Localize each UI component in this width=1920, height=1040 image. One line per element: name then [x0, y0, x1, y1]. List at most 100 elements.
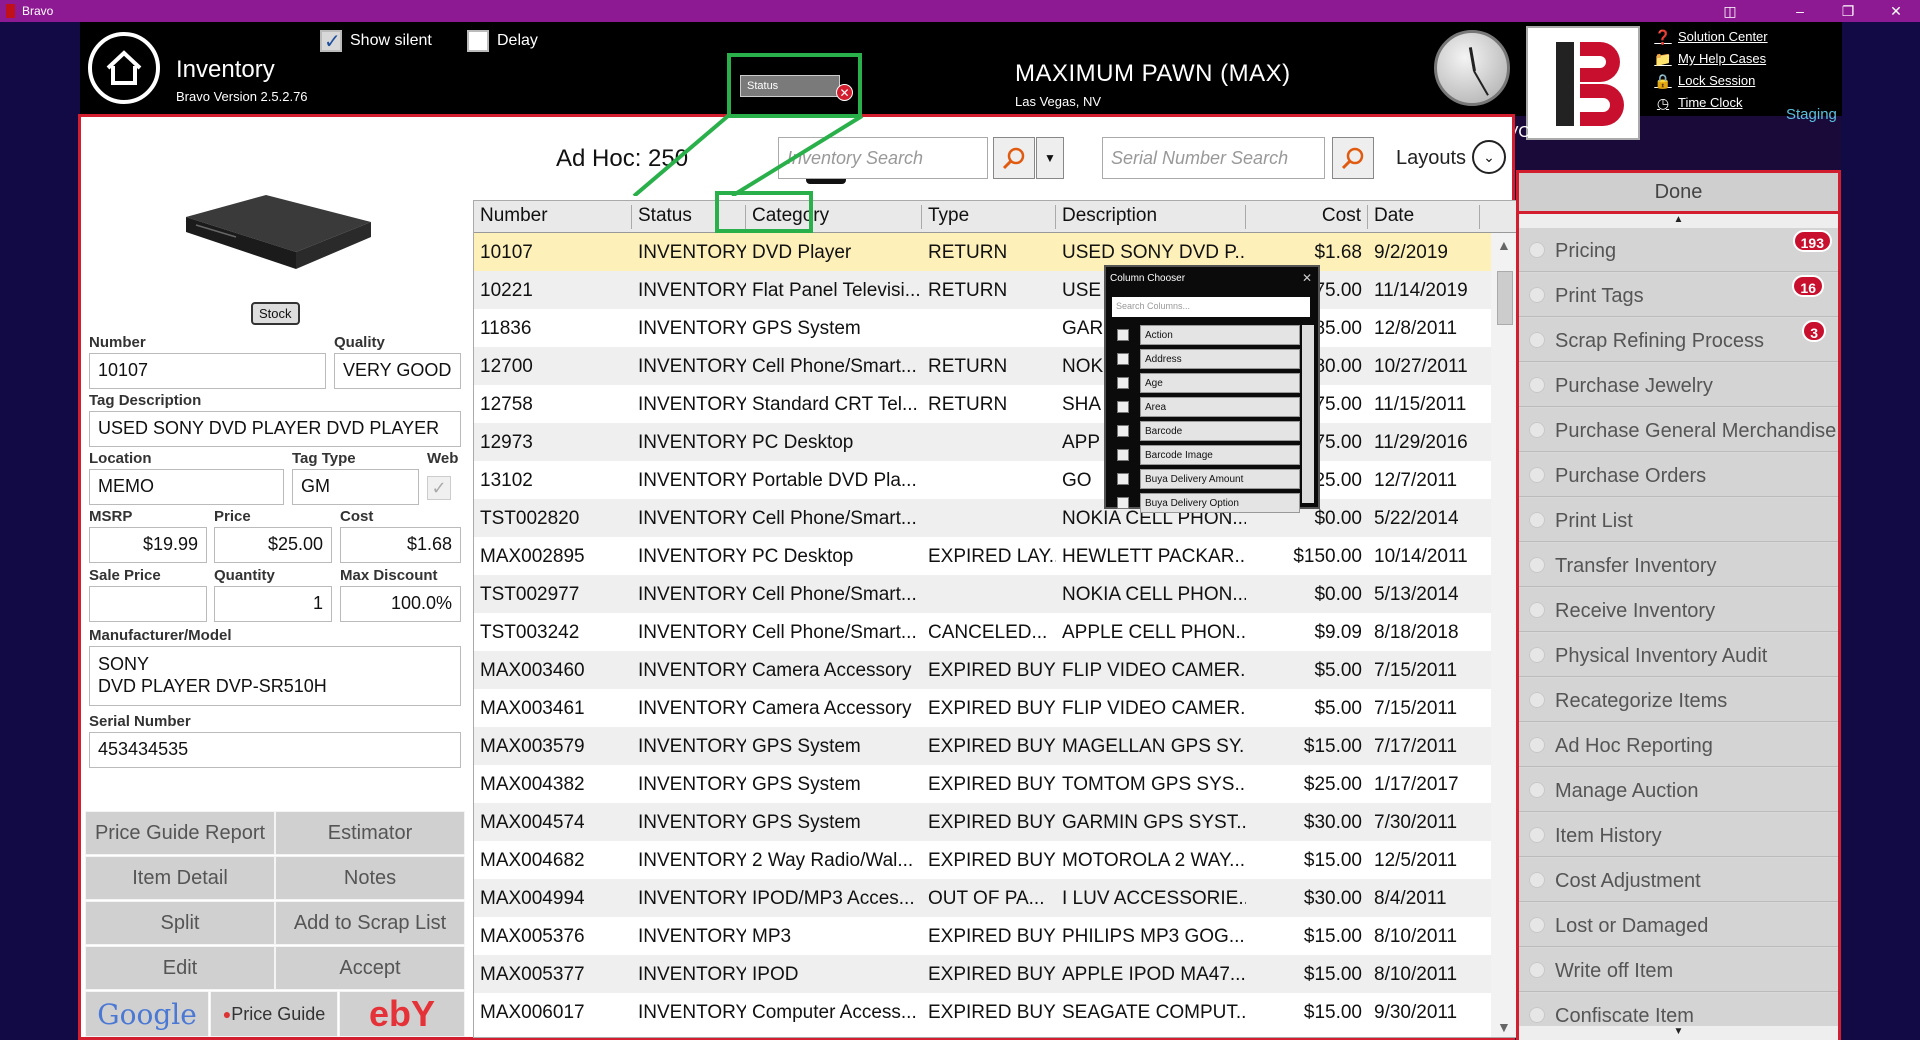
- column-chooser-item[interactable]: Address: [1114, 349, 1304, 369]
- table-row[interactable]: MAX004994 INVENTORY IPOD/MP3 Acces... OUT O…: [474, 879, 1491, 917]
- table-row[interactable]: 12973 INVENTORY PC Desktop APP 75.00 11/29/20…: [474, 423, 1491, 461]
- column-chooser-item[interactable]: Buya Delivery Option: [1114, 493, 1304, 513]
- menu-scroll-up-icon[interactable]: ▲: [1519, 214, 1838, 228]
- column-checkbox[interactable]: [1117, 497, 1129, 509]
- restore-window-icon[interactable]: ◫: [1710, 2, 1750, 20]
- layouts-dropdown-button[interactable]: ⌄: [1472, 140, 1506, 174]
- column-checkbox[interactable]: [1117, 401, 1129, 413]
- lock-session-link[interactable]: 🔒 Lock Session: [1654, 70, 1768, 92]
- table-row[interactable]: 13102 INVENTORY Portable DVD Pla... GO 25.00…: [474, 461, 1491, 499]
- menu-item-recategorize-items[interactable]: Recategorize Items: [1519, 678, 1838, 722]
- table-row[interactable]: MAX005376 INVENTORY MP3 EXPIRED BUY PHILIPS …: [474, 917, 1491, 955]
- menu-item-receive-inventory[interactable]: Receive Inventory: [1519, 588, 1838, 632]
- manufacturer-model-field[interactable]: SONY DVD PLAYER DVP-SR510H: [89, 646, 461, 706]
- menu-item-lost-or-damaged[interactable]: Lost or Damaged: [1519, 903, 1838, 947]
- notes-button[interactable]: Notes: [275, 856, 465, 900]
- table-row[interactable]: TST002977 INVENTORY Cell Phone/Smart... NOK…: [474, 575, 1491, 613]
- add-to-scrap-list-button[interactable]: Add to Scrap List: [275, 901, 465, 945]
- menu-item-physical-inventory-audit[interactable]: Physical Inventory Audit: [1519, 633, 1838, 677]
- column-chooser-item[interactable]: Buya Delivery Amount: [1114, 469, 1304, 489]
- menu-item-purchase-jewelry[interactable]: Purchase Jewelry: [1519, 363, 1838, 407]
- column-checkbox[interactable]: [1117, 449, 1129, 461]
- menu-item-manage-auction[interactable]: Manage Auction: [1519, 768, 1838, 812]
- column-chooser-item[interactable]: Barcode Image: [1114, 445, 1304, 465]
- status-drag-chip[interactable]: Status: [740, 75, 840, 97]
- minimize-button[interactable]: –: [1780, 2, 1820, 20]
- menu-item-scrap-refining-process[interactable]: Scrap Refining Process 3: [1519, 318, 1838, 362]
- table-row[interactable]: TST003242 INVENTORY Cell Phone/Smart... CAN…: [474, 613, 1491, 651]
- delay-checkbox[interactable]: Delay: [467, 30, 538, 52]
- accept-button[interactable]: Accept: [275, 946, 465, 990]
- menu-item-cost-adjustment[interactable]: Cost Adjustment: [1519, 858, 1838, 902]
- table-row[interactable]: MAX005377 INVENTORY IPOD EXPIRED BUY APPLE I…: [474, 955, 1491, 993]
- table-row[interactable]: MAX002895 INVENTORY PC Desktop EXPIRED LAY.…: [474, 537, 1491, 575]
- column-checkbox[interactable]: [1117, 377, 1129, 389]
- serial-number-field[interactable]: 453434535: [89, 732, 461, 768]
- column-checkbox[interactable]: [1117, 425, 1129, 437]
- table-row[interactable]: 10221 INVENTORY Flat Panel Televisi... RETU…: [474, 271, 1491, 309]
- menu-item-print-tags[interactable]: Print Tags 16: [1519, 273, 1838, 317]
- my-help-cases-link[interactable]: 📁 My Help Cases: [1654, 48, 1768, 70]
- scroll-up-icon[interactable]: ▲: [1497, 237, 1511, 253]
- menu-item-pricing[interactable]: Pricing 193: [1519, 228, 1838, 272]
- tag-type-field[interactable]: GM: [292, 469, 419, 505]
- edit-button[interactable]: Edit: [85, 946, 275, 990]
- scroll-thumb[interactable]: [1497, 271, 1513, 325]
- search-options-dropdown[interactable]: ▼: [1036, 137, 1064, 179]
- table-row[interactable]: MAX004382 INVENTORY GPS System EXPIRED BUY T…: [474, 765, 1491, 803]
- show-silent-checkbox[interactable]: Show silent: [320, 29, 432, 54]
- max-discount-field[interactable]: 100.0%: [340, 586, 461, 622]
- menu-item-purchase-orders[interactable]: Purchase Orders: [1519, 453, 1838, 497]
- menu-item-print-list[interactable]: Print List: [1519, 498, 1838, 542]
- menu-item-transfer-inventory[interactable]: Transfer Inventory: [1519, 543, 1838, 587]
- table-row[interactable]: MAX003461 INVENTORY Camera Accessory EXPIRE…: [474, 689, 1491, 727]
- ebay-button[interactable]: ebY: [339, 991, 465, 1037]
- tag-description-field[interactable]: USED SONY DVD PLAYER DVD PLAYER: [89, 411, 461, 447]
- table-row[interactable]: TST002820 INVENTORY Cell Phone/Smart... NOK…: [474, 499, 1491, 537]
- estimator-button[interactable]: Estimator: [275, 811, 465, 855]
- column-header-number[interactable]: Number: [474, 205, 632, 229]
- price-guide-button[interactable]: ● Price Guide: [210, 991, 338, 1037]
- price-guide-report-button[interactable]: Price Guide Report: [85, 811, 275, 855]
- column-header-cost[interactable]: Cost: [1246, 205, 1368, 229]
- column-header-type[interactable]: Type: [922, 205, 1056, 229]
- home-button[interactable]: [88, 32, 160, 104]
- table-row[interactable]: 10107 INVENTORY DVD Player RETURN USED SONY …: [474, 233, 1491, 271]
- table-row[interactable]: 12758 INVENTORY Standard CRT Tel... RETURN S…: [474, 385, 1491, 423]
- menu-item-write-off-item[interactable]: Write off Item: [1519, 948, 1838, 992]
- table-row[interactable]: MAX004682 INVENTORY 2 Way Radio/Wal... EXPI…: [474, 841, 1491, 879]
- scroll-down-icon[interactable]: ▼: [1497, 1019, 1511, 1035]
- web-checkbox[interactable]: ✓: [427, 476, 451, 500]
- location-field[interactable]: MEMO: [89, 469, 284, 505]
- quantity-field[interactable]: 1: [214, 586, 332, 622]
- price-field[interactable]: $25.00: [214, 527, 332, 563]
- column-search-input[interactable]: Search Columns...: [1112, 297, 1310, 317]
- menu-item-ad-hoc-reporting[interactable]: Ad Hoc Reporting: [1519, 723, 1838, 767]
- column-header-date[interactable]: Date: [1368, 205, 1480, 229]
- column-checkbox[interactable]: [1117, 473, 1129, 485]
- cost-field[interactable]: $1.68: [340, 527, 461, 563]
- table-row[interactable]: MAX003579 INVENTORY GPS System EXPIRED BUY M…: [474, 727, 1491, 765]
- column-chooser-item[interactable]: Age: [1114, 373, 1304, 393]
- msrp-field[interactable]: $19.99: [89, 527, 207, 563]
- number-field[interactable]: 10107: [89, 353, 326, 389]
- table-row[interactable]: MAX004574 INVENTORY GPS System EXPIRED BUY G…: [474, 803, 1491, 841]
- table-row[interactable]: 11836 INVENTORY GPS System GAR 85.00 12/8/201…: [474, 309, 1491, 347]
- column-checkbox[interactable]: [1117, 329, 1129, 341]
- table-row[interactable]: MAX003460 INVENTORY Camera Accessory EXPIRE…: [474, 651, 1491, 689]
- grid-scrollbar[interactable]: ▲ ▼: [1491, 233, 1516, 1037]
- table-row[interactable]: MAX006017 INVENTORY Computer Access... EXPI…: [474, 993, 1491, 1031]
- column-chooser-item[interactable]: Action: [1114, 325, 1304, 345]
- close-icon[interactable]: ✕: [1302, 271, 1312, 285]
- column-chooser-item[interactable]: Area: [1114, 397, 1304, 417]
- serial-search-button[interactable]: [1332, 137, 1374, 179]
- google-button[interactable]: Google: [85, 991, 209, 1037]
- menu-item-purchase-general-merchandise[interactable]: Purchase General Merchandise: [1519, 408, 1838, 452]
- close-button[interactable]: ✕: [1876, 2, 1916, 20]
- done-button[interactable]: Done: [1516, 170, 1841, 214]
- item-detail-button[interactable]: Item Detail: [85, 856, 275, 900]
- sale-price-field[interactable]: [89, 586, 207, 622]
- column-header-description[interactable]: Description: [1056, 205, 1246, 229]
- inventory-search-button[interactable]: [993, 137, 1035, 179]
- remove-chip-icon[interactable]: ✕: [836, 84, 853, 101]
